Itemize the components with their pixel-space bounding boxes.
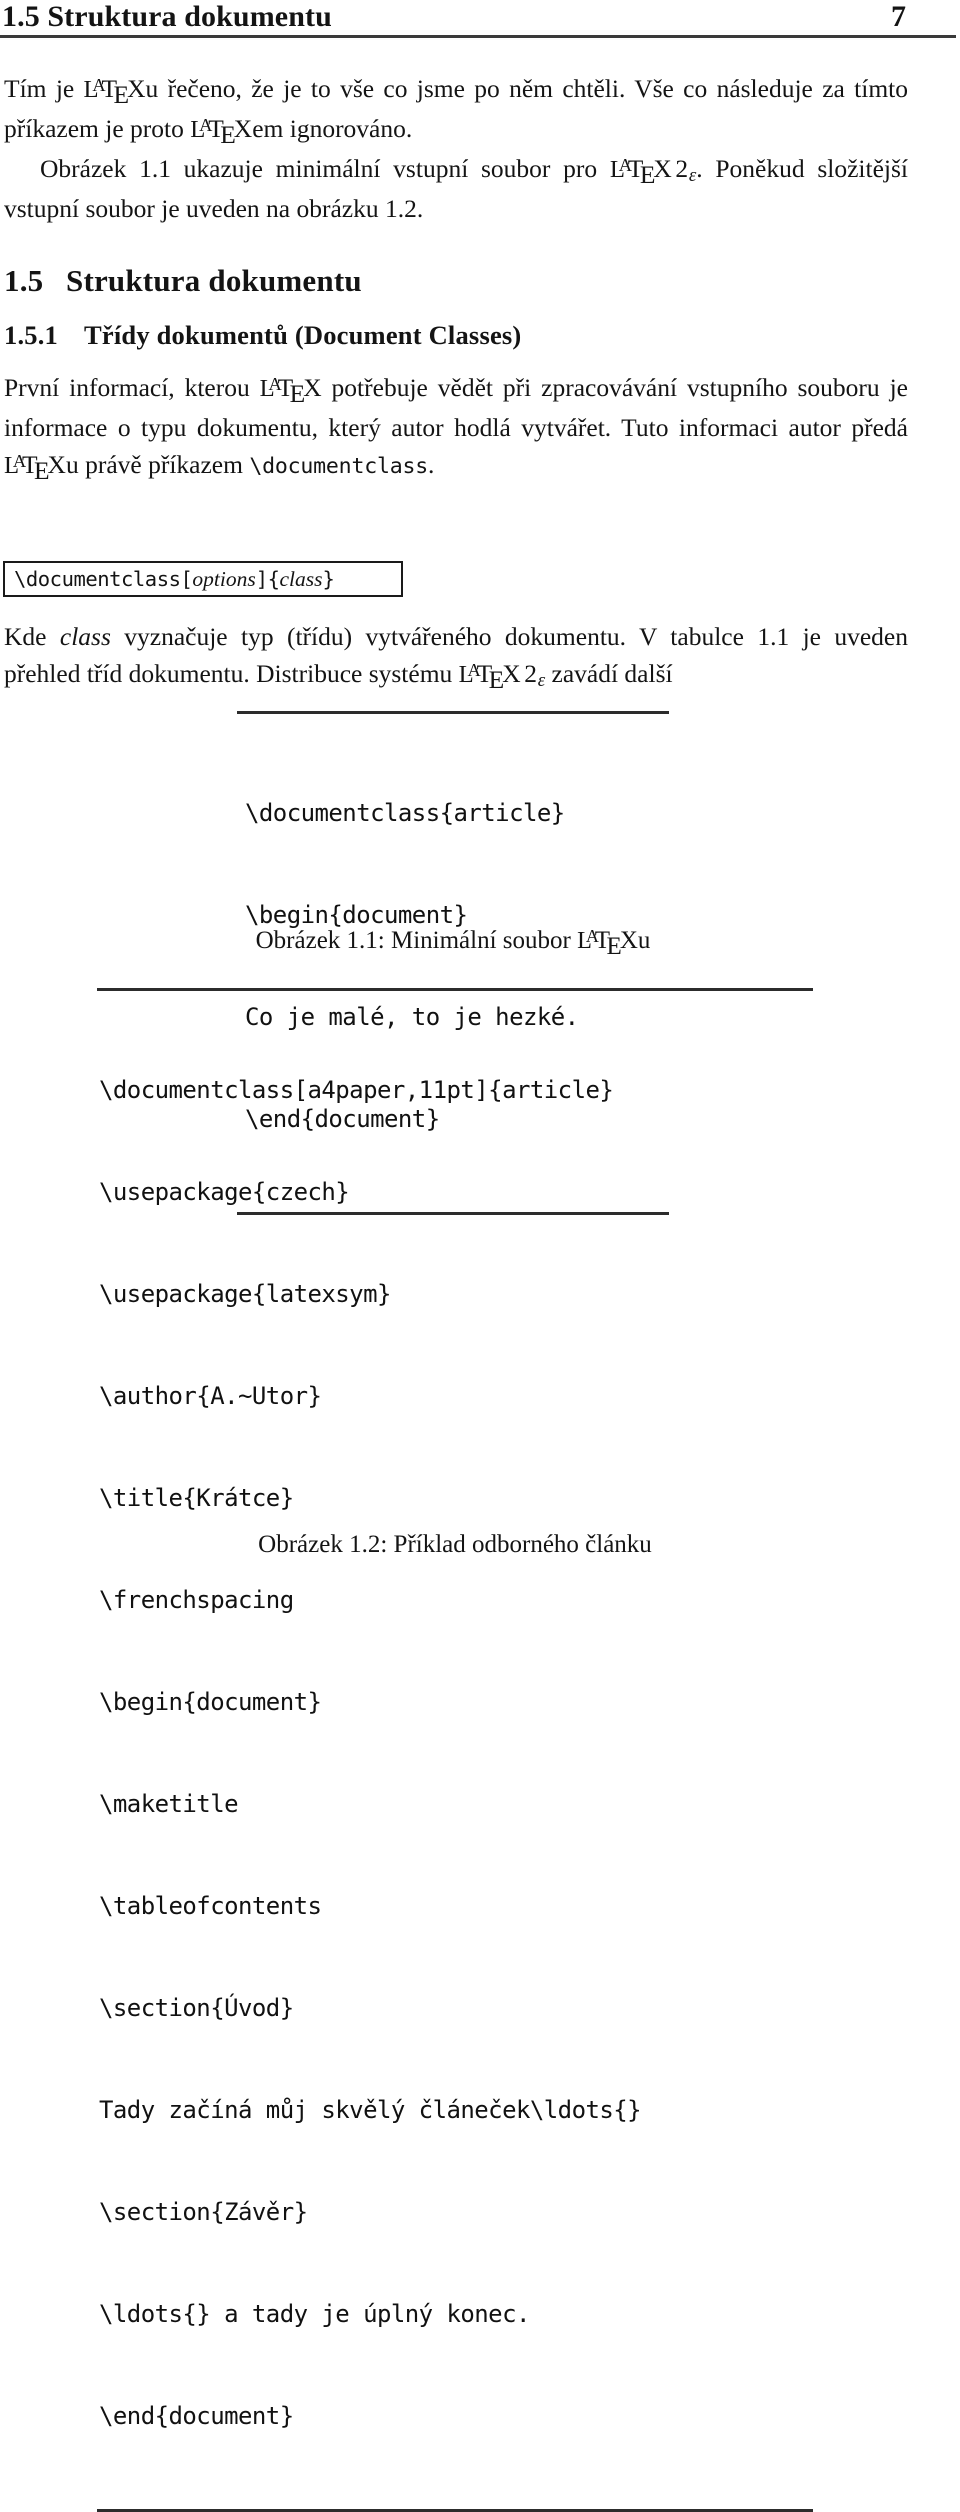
code-line: \maketitle [99,1790,239,1818]
header-rule [0,35,956,38]
figure-1-2: \documentclass[a4paper,11pt]{article} \u… [97,988,813,2512]
subsection-title: Třídy dokumentů (Document Classes) [84,320,522,350]
code-line: \begin{document} [99,1688,322,1716]
latex-e: E [34,455,50,485]
latex-logo: LATEX [4,450,66,485]
para-text: První informací, kterou [4,373,260,402]
latex-logo: LATEX [577,926,638,960]
latex-a: A [618,154,632,175]
code-line: \section{Úvod} [99,1994,294,2022]
code-line: \tableofcontents [99,1892,322,1920]
section-heading: 1.5 Struktura dokumentu [4,261,908,301]
command-name: \documentclass[ [14,566,193,591]
latex-x: X [233,114,253,143]
para-text: zavádí další [545,659,673,688]
latex-x: X [47,450,66,479]
paragraph-kde-class-wrapper: Kde class vyznačuje typ (třídu) vytvářen… [4,618,908,695]
para-text: vyznačuje typ (třídu) vytvářeného dokume… [4,622,909,688]
vertical-spacer [4,227,908,261]
para-text: Tím je [4,74,84,103]
latex-a: A [467,659,481,680]
caption-suffix: u [637,927,651,954]
latex-a: A [92,74,106,95]
latex-logo: LATEX [260,373,322,408]
latex-e: E [488,664,505,694]
para-text: u právě příkazem [65,450,250,479]
code-line: \documentclass{article} [245,799,565,827]
vertical-spacer [4,353,908,369]
latex-x: X [127,74,146,103]
page-content: Tím je LATEXu řečeno, že je to vše co js… [4,70,908,486]
paragraph-intro: Tím je LATEXu řečeno, že je to vše co js… [4,70,908,150]
figure-1-2-caption: Obrázek 1.2: Příklad odborného článku [258,1531,652,1558]
para-text: . [428,450,435,479]
latex-2: 2 [675,154,689,183]
latex-logo: LATEX [190,114,253,149]
section-number: 1.5 [4,263,44,298]
document-page: 1.5 Struktura dokumentu 7 Tím je LATEXu … [0,0,960,2512]
caption-text: Obrázek 1.1: Minimální soubor [255,927,578,954]
latex-e: E [220,119,236,149]
command-close-brace: } [322,566,335,591]
page-header: 1.5 Struktura dokumentu 7 [0,0,958,46]
latex2e-logo: LATEX 2ε [459,659,546,694]
para-text: em ignorováno. [252,114,413,143]
subsection-heading: 1.5.1 Třídy dokumentů (Document Classes) [4,317,908,353]
command-class-placeholder: class [279,566,323,591]
command-syntax-box: \documentclass[options]{class} [3,561,403,597]
para-text: Obrázek 1.1 ukazuje minimální vstupní so… [40,154,610,183]
command-separator: ]{ [255,566,280,591]
code-line: \section{Závěr} [99,2198,308,2226]
code-line: Tady začíná můj skvělý článeček\ldots{} [99,2096,642,2124]
code-line: \title{Krátce} [99,1484,294,1512]
emph-class: class [59,622,111,651]
code-line: \ldots{} a tady je úplný konec. [99,2300,530,2328]
code-line: \frenchspacing [99,1586,294,1614]
figure-1-2-code: \documentclass[a4paper,11pt]{article} \u… [97,991,813,2509]
latex-epsilon: ε [688,164,697,186]
latex-2: 2 [524,659,537,688]
header-title: 1.5 Struktura dokumentu [2,0,332,33]
paragraph-kde-class: Kde class vyznačuje typ (třídu) vytvářen… [4,618,908,695]
latex-x: X [653,154,672,183]
latex-a: A [585,926,599,947]
latex-a: A [199,114,213,135]
vertical-spacer [4,301,908,317]
command-options-placeholder: options [192,566,256,591]
paragraph-obrazek: Obrázek 1.1 ukazuje minimální vstupní so… [4,150,908,227]
code-line: \end{document} [99,2402,294,2430]
figure-1-1-caption: Obrázek 1.1: Minimální soubor LATEXu [122,924,784,960]
inline-code-documentclass: \documentclass [249,454,429,479]
latex-a: A [268,373,282,394]
latex-epsilon: ε [537,669,546,691]
code-line: \author{A.~Utor} [99,1382,322,1410]
latex-x: X [619,927,638,954]
section-title: Struktura dokumentu [66,263,362,298]
latex-e: E [639,159,656,189]
latex-e: E [113,79,130,109]
latex2e-logo: LATEX 2ε [610,154,697,189]
latex-logo: LATEX [84,74,146,109]
page-number: 7 [891,0,906,33]
latex-e: E [289,378,306,408]
code-line: \documentclass[a4paper,11pt]{article} [99,1076,614,1104]
command-syntax-text: \documentclass[options]{class} [14,566,335,592]
code-line: \usepackage{czech} [99,1178,350,1206]
code-line: \usepackage{latexsym} [99,1280,391,1308]
latex-x: X [303,373,322,402]
latex-x: X [502,659,521,688]
para-text: Kde [4,622,60,651]
latex-a: A [12,450,27,471]
subsection-number: 1.5.1 [4,320,58,350]
latex-e: E [606,932,622,960]
paragraph-prvni-informaci: První informací, kterou LATEX potřebuje … [4,369,908,486]
